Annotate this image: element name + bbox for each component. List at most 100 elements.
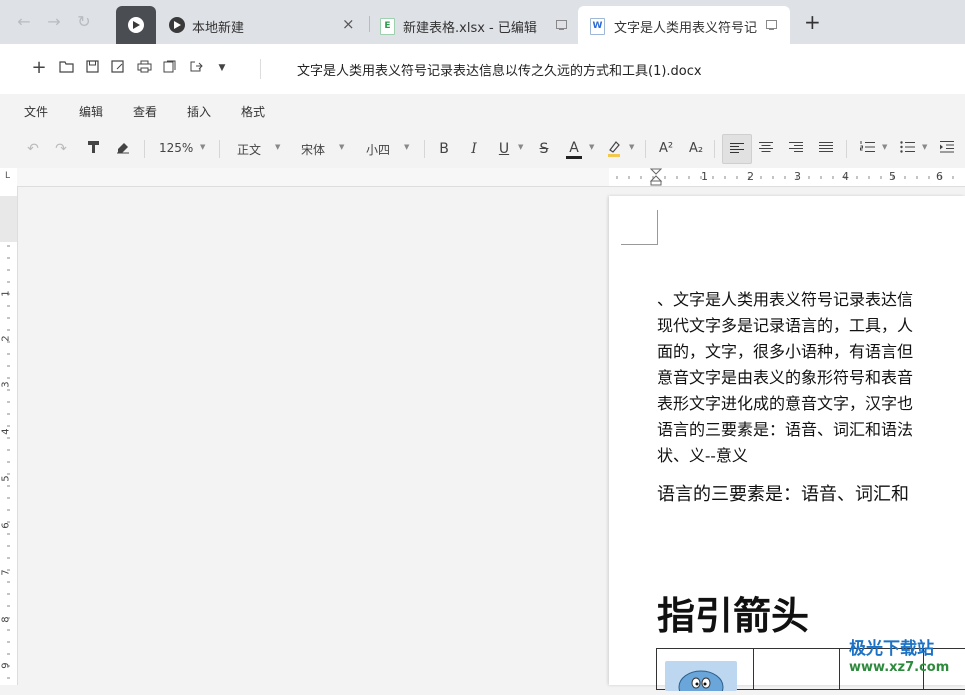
align-left-button[interactable] — [722, 134, 752, 164]
close-icon[interactable]: × — [342, 15, 355, 33]
chevron-down-icon[interactable]: ▼ — [882, 143, 887, 151]
italic-button[interactable]: I — [466, 140, 482, 158]
ruler-number: 3 — [794, 170, 801, 183]
menu-bar: 文件 编辑 查看 插入 格式 — [0, 94, 965, 128]
align-left-icon — [730, 143, 744, 153]
site-watermark: 极光下载站 www.xz7.com — [845, 634, 963, 682]
save-icon[interactable] — [84, 60, 100, 76]
document-paragraph[interactable]: 语言的三要素是：语音、词汇和 — [657, 480, 909, 506]
ruler-number: 5 — [889, 170, 896, 183]
menu-file[interactable]: 文件 — [24, 103, 48, 120]
redo-icon[interactable]: ↷ — [52, 140, 70, 158]
indent-icon[interactable] — [938, 140, 956, 158]
toolbar-divider — [260, 59, 261, 79]
chevron-down-icon: ▼ — [200, 143, 206, 151]
ruler-ticks — [0, 196, 17, 679]
tab-bar: ← → ↻ 本地新建 × E 新建表格.xlsx - 已编辑 W 文字是人类用表… — [0, 0, 965, 44]
highlight-icon[interactable] — [606, 140, 622, 158]
paragraph-line: 意音文字是由表义的象形符号和表音 — [657, 368, 914, 387]
chevron-down-icon: ▼ — [275, 143, 281, 151]
zoom-select[interactable]: 125% — [159, 141, 193, 155]
strikethrough-button[interactable]: S — [536, 140, 552, 158]
paragraph-line: 语言的三要素是：语音、词汇和语法 — [657, 420, 914, 439]
menu-view[interactable]: 查看 — [133, 103, 157, 120]
toolbar-divider — [645, 140, 646, 158]
paragraph-line: 现代文字多是记录语言的，工具，人 — [657, 316, 914, 335]
ruler-number: 4 — [0, 428, 12, 435]
paragraph-line: 、文字是人类用表义符号记录表达信 — [657, 290, 914, 309]
ruler-number: 4 — [842, 170, 849, 183]
save-as-icon[interactable] — [110, 60, 126, 76]
undo-icon[interactable]: ↶ — [24, 140, 42, 158]
ruler-number: 1 — [0, 290, 12, 297]
vertical-ruler[interactable]: 1 2 3 4 5 6 7 8 9 — [0, 186, 18, 685]
document-heading[interactable]: 指引箭头 — [657, 585, 809, 640]
chevron-down-icon[interactable]: ▼ — [922, 143, 927, 151]
print-icon[interactable] — [136, 60, 152, 76]
share-icon[interactable] — [188, 60, 204, 76]
watermark-url: www.xz7.com — [849, 660, 950, 675]
horizontal-ruler[interactable]: 1 2 3 4 5 6 — [17, 168, 965, 187]
document-paragraph[interactable]: 、文字是人类用表义符号记录表达信 现代文字多是记录语言的，工具，人 面的，文字，… — [657, 287, 965, 469]
back-icon[interactable]: ← — [14, 12, 34, 32]
cartoon-image-icon — [678, 670, 724, 695]
font-color-button[interactable]: A — [566, 140, 582, 159]
tab-local-new[interactable]: 本地新建 × — [160, 6, 365, 44]
table-image[interactable] — [665, 661, 737, 695]
new-file-icon[interactable]: + — [31, 59, 47, 77]
monitor-icon[interactable] — [556, 20, 567, 30]
chevron-down-icon: ▼ — [339, 143, 345, 151]
table-cell[interactable] — [657, 649, 754, 695]
tab-stop-selector[interactable]: L — [0, 168, 18, 187]
document-file-icon: W — [590, 18, 605, 35]
tab-label: 新建表格.xlsx - 已编辑 — [403, 21, 537, 36]
new-tab-button[interactable]: + — [804, 10, 821, 34]
refresh-icon[interactable]: ↻ — [74, 12, 94, 32]
indent-marker-icon[interactable] — [649, 168, 663, 186]
bullet-list-icon[interactable] — [898, 140, 916, 158]
menu-insert[interactable]: 插入 — [187, 103, 211, 120]
app-logo-icon — [169, 17, 185, 33]
app-logo-icon — [128, 17, 144, 33]
forward-icon[interactable]: → — [44, 12, 64, 32]
align-center-icon[interactable] — [758, 140, 774, 158]
page-corner-mark — [621, 210, 658, 245]
app-home-tab[interactable] — [116, 6, 156, 44]
ruler-ticks — [17, 168, 965, 186]
document-title: 文字是人类用表义符号记录表达信息以传之久远的方式和工具(1).docx — [297, 64, 702, 79]
ruler-number: 9 — [0, 662, 12, 669]
bold-button[interactable]: B — [436, 140, 452, 158]
superscript-button[interactable]: A² — [656, 140, 676, 158]
ruler-number: 2 — [747, 170, 754, 183]
underline-button[interactable]: U — [496, 140, 512, 158]
tab-document[interactable]: W 文字是人类用表义符号记 — [578, 6, 790, 44]
ruler-number: 6 — [936, 170, 943, 183]
chevron-down-icon[interactable]: ▼ — [518, 143, 523, 151]
chevron-down-icon[interactable]: ▼ — [629, 143, 634, 151]
format-painter-icon[interactable] — [84, 140, 102, 158]
toolbar-divider — [846, 140, 847, 158]
clear-format-icon[interactable] — [114, 140, 132, 158]
ruler-number: 6 — [0, 522, 12, 529]
align-right-icon[interactable] — [788, 140, 804, 158]
monitor-icon[interactable] — [766, 20, 777, 30]
subscript-button[interactable]: A₂ — [686, 140, 706, 158]
tab-spreadsheet[interactable]: E 新建表格.xlsx - 已编辑 — [372, 6, 572, 44]
justify-icon[interactable] — [818, 140, 834, 158]
font-size-select[interactable]: 小四 — [366, 141, 390, 158]
ruler-number: 1 — [701, 170, 708, 183]
tab-divider — [369, 16, 370, 32]
more-dropdown-icon[interactable]: ▼ — [214, 60, 230, 76]
table-cell[interactable] — [753, 649, 840, 689]
menu-format[interactable]: 格式 — [241, 103, 265, 120]
numbered-list-icon[interactable] — [858, 140, 876, 158]
ruler-number: 3 — [0, 381, 12, 388]
paragraph-style-select[interactable]: 正文 — [237, 141, 261, 158]
watermark-title: 极光下载站 — [849, 639, 934, 659]
menu-edit[interactable]: 编辑 — [79, 103, 103, 120]
chevron-down-icon[interactable]: ▼ — [589, 143, 594, 151]
export-icon[interactable] — [162, 60, 178, 76]
toolbar-divider — [144, 140, 145, 158]
font-family-select[interactable]: 宋体 — [301, 141, 325, 158]
open-folder-icon[interactable] — [58, 60, 74, 76]
